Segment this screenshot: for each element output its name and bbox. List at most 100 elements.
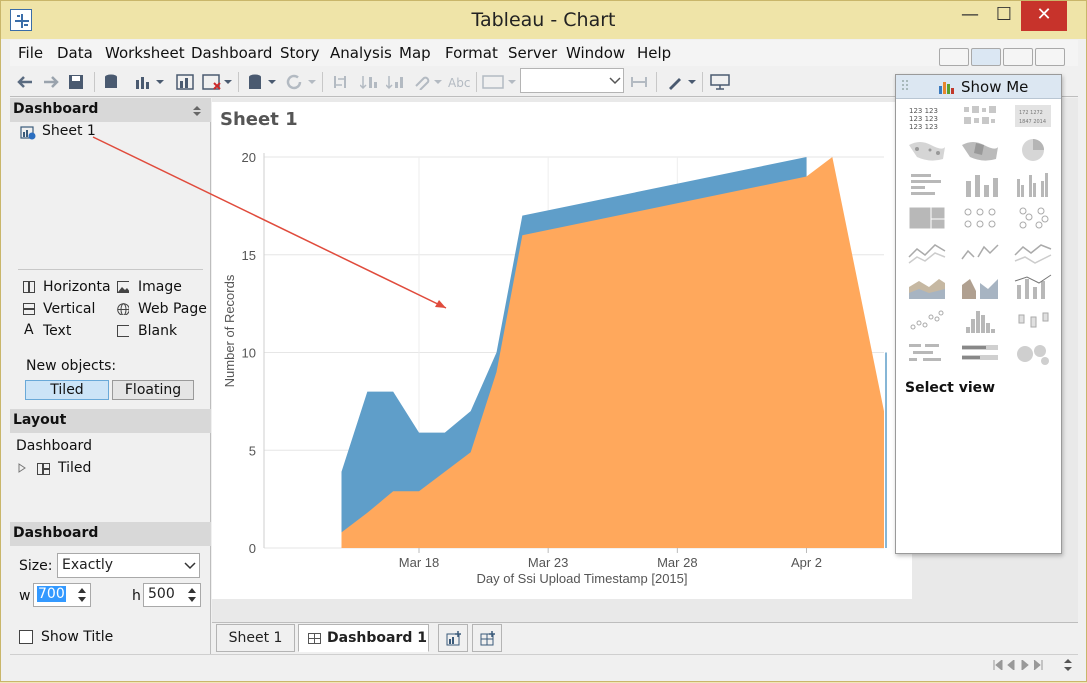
object-label: Text xyxy=(43,323,72,339)
home-icon[interactable] xyxy=(1035,48,1065,66)
side-circle-chart-icon[interactable] xyxy=(1011,203,1054,233)
fit-select[interactable] xyxy=(520,68,624,93)
fix-axes-icon[interactable] xyxy=(630,74,648,90)
stacked-bar-chart-icon[interactable] xyxy=(958,169,1001,199)
menu-map[interactable]: Map xyxy=(399,44,431,62)
labels-icon[interactable]: Abc xyxy=(448,74,472,90)
new-worksheet-tab[interactable] xyxy=(438,624,468,652)
heat-map-chart-icon[interactable] xyxy=(958,101,1001,131)
status-bar xyxy=(10,654,1078,675)
menu-analysis[interactable]: Analysis xyxy=(330,44,392,62)
line-disc-chart-icon[interactable] xyxy=(958,237,1001,267)
size-select[interactable]: Exactly xyxy=(57,553,200,578)
floating-button[interactable]: Floating xyxy=(112,380,194,400)
histogram-chart-icon[interactable] xyxy=(958,305,1001,335)
chevron-down-icon xyxy=(184,562,196,570)
data-mode-icon[interactable] xyxy=(1003,48,1033,66)
x-tick-label: Mar 23 xyxy=(528,555,568,570)
scroll-arrows-icon[interactable] xyxy=(1064,658,1072,672)
tab-sheet-1[interactable]: Sheet 1 xyxy=(216,624,295,652)
close-button[interactable]: ✕ xyxy=(1021,1,1067,31)
area-chart[interactable]: 0 5 10 15 20 Mar 18 Mar 23 Mar 28 Apr 2 Number … xyxy=(212,131,902,591)
line-cont-chart-icon[interactable] xyxy=(905,237,948,267)
show-me-label: Show Me xyxy=(961,78,1029,96)
menu-format[interactable]: Format xyxy=(445,44,498,62)
svg-text:Abc: Abc xyxy=(448,76,470,90)
menu-dashboard[interactable]: Dashboard xyxy=(191,44,272,62)
maximize-button[interactable]: ☐ xyxy=(987,1,1021,31)
refresh-icon[interactable] xyxy=(286,74,316,90)
packed-bubbles-chart-icon[interactable] xyxy=(1011,339,1054,369)
back-arrow-icon[interactable] xyxy=(16,74,34,90)
highlight-table-chart-icon[interactable]: 172 1272 1847 2014 xyxy=(1011,101,1054,131)
size-section-header: Dashboard xyxy=(10,522,211,546)
highlight-icon[interactable] xyxy=(666,74,696,90)
title-bar: Tableau - Chart — ☐ ✕ xyxy=(1,1,1086,39)
toolbar-separator xyxy=(476,72,477,92)
scatter-chart-icon[interactable] xyxy=(905,305,948,335)
menu-window[interactable]: Window xyxy=(566,44,625,62)
expand-icon[interactable] xyxy=(18,463,26,473)
group-icon[interactable] xyxy=(412,74,442,90)
toolbar-separator xyxy=(656,72,657,92)
sort-desc-icon[interactable] xyxy=(386,74,404,90)
circle-view-chart-icon[interactable] xyxy=(958,203,1001,233)
show-me-header[interactable]: Show Me xyxy=(896,75,1061,99)
y-tick-label: 10 xyxy=(242,346,256,361)
sort-asc-icon[interactable] xyxy=(360,74,378,90)
menu-file[interactable]: File xyxy=(18,44,43,62)
duplicate-sheet-icon[interactable] xyxy=(176,74,196,90)
dual-combo-chart-icon[interactable] xyxy=(1011,271,1054,301)
menu-worksheet[interactable]: Worksheet xyxy=(105,44,185,62)
h-bar-chart-icon[interactable] xyxy=(905,169,948,199)
sheet-chart-icon xyxy=(20,126,36,140)
fit-icon[interactable] xyxy=(482,74,516,90)
text-table-chart-icon[interactable]: 123 123 123 123 123 123 xyxy=(905,101,948,131)
presentation-icon[interactable] xyxy=(710,74,730,90)
pie-chart-icon[interactable] xyxy=(1011,135,1054,165)
menu-data[interactable]: Data xyxy=(57,44,93,62)
spin-arrows-icon[interactable] xyxy=(187,586,197,604)
save-icon[interactable] xyxy=(68,74,84,90)
symbol-map-chart-icon[interactable] xyxy=(905,135,948,165)
new-worksheet-icon xyxy=(446,631,461,646)
new-dashboard-tab[interactable] xyxy=(472,624,502,652)
pause-updates-icon[interactable] xyxy=(248,74,276,90)
width-value: 700 xyxy=(37,586,66,602)
menu-bar: File Data Worksheet Dashboard Story Anal… xyxy=(10,40,1078,66)
dashboard-mode-icon[interactable] xyxy=(971,48,1001,66)
side-bar-chart-icon[interactable] xyxy=(1011,169,1054,199)
width-stepper[interactable]: 700 xyxy=(33,583,91,607)
spin-arrows-icon[interactable] xyxy=(77,586,87,604)
height-label: h xyxy=(132,588,141,604)
presentation-mode-icon[interactable] xyxy=(939,48,969,66)
area-disc-chart-icon[interactable] xyxy=(958,271,1001,301)
tab-nav-arrows-icon[interactable] xyxy=(992,660,1058,670)
menu-help[interactable]: Help xyxy=(637,44,671,62)
box-whisker-chart-icon[interactable] xyxy=(1011,305,1054,335)
checkbox-box[interactable] xyxy=(19,630,33,644)
menu-server[interactable]: Server xyxy=(508,44,557,62)
area-cont-chart-icon[interactable] xyxy=(905,271,948,301)
tiled-button[interactable]: Tiled xyxy=(25,380,109,400)
menu-story[interactable]: Story xyxy=(280,44,320,62)
new-sheet-icon[interactable] xyxy=(134,74,164,90)
swap-icon[interactable] xyxy=(332,74,350,90)
bullet-chart-icon[interactable] xyxy=(958,339,1001,369)
collapse-icon[interactable] xyxy=(193,106,201,116)
forward-arrow-icon[interactable] xyxy=(42,74,60,90)
svg-text:123 123: 123 123 xyxy=(909,115,938,123)
select-view-label: Select view xyxy=(905,380,996,396)
toolbar-separator xyxy=(94,72,95,92)
treemap-chart-icon[interactable] xyxy=(905,203,948,233)
dual-line-chart-icon[interactable] xyxy=(1011,237,1054,267)
clear-sheet-icon[interactable] xyxy=(202,74,232,90)
data-source-icon[interactable] xyxy=(104,74,118,90)
filled-map-chart-icon[interactable] xyxy=(958,135,1001,165)
tab-dashboard-1[interactable]: Dashboard 1 xyxy=(298,624,429,652)
layout-tree-root[interactable]: Dashboard xyxy=(16,438,92,454)
gantt-chart-icon[interactable] xyxy=(905,339,948,369)
minimize-button[interactable]: — xyxy=(953,1,987,31)
height-stepper[interactable]: 500 xyxy=(143,583,201,607)
tab-dashboard-label: Dashboard 1 xyxy=(327,630,427,646)
